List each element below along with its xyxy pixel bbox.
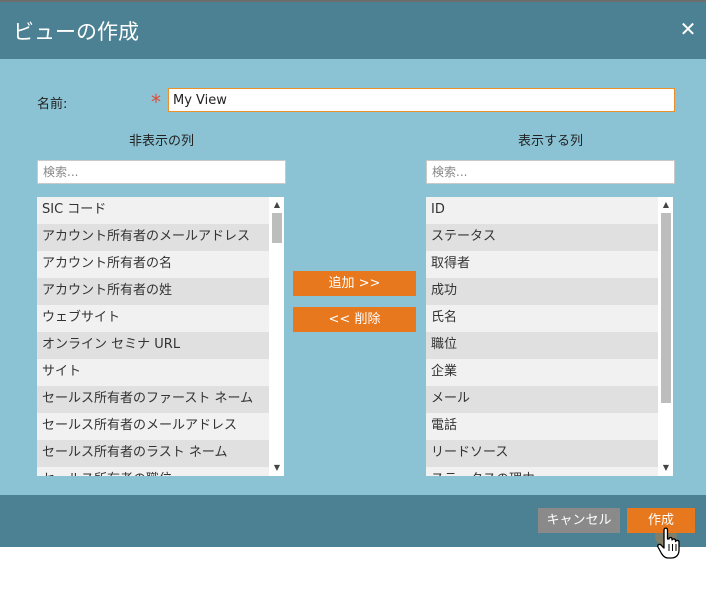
visible-columns-search-input[interactable] <box>426 160 675 184</box>
hidden-columns-heading: 非表示の列 <box>129 134 195 149</box>
name-label: 名前: <box>37 97 68 112</box>
view-name-input[interactable] <box>168 88 675 112</box>
create-view-dialog: ビューの作成 ✕ 名前: * 非表示の列 表示する列 SIC コード アカウント… <box>0 0 706 547</box>
close-icon[interactable]: ✕ <box>679 19 697 39</box>
visible-column-item[interactable]: 電話 <box>426 413 658 440</box>
scroll-up-icon[interactable]: ▲ <box>272 200 282 210</box>
hidden-column-item[interactable]: アカウント所有者のメールアドレス <box>37 224 269 251</box>
scroll-thumb[interactable] <box>661 213 671 403</box>
hand-cursor-icon <box>655 525 680 559</box>
hidden-column-item[interactable]: セールス所有者のラスト ネーム <box>37 440 269 467</box>
hidden-columns-list[interactable]: SIC コード アカウント所有者のメールアドレス アカウント所有者の名 アカウン… <box>37 197 284 476</box>
visible-columns-items: ID ステータス 取得者 成功 氏名 職位 企業 メール 電話 リードソース ス… <box>426 197 658 476</box>
hidden-column-item[interactable]: セールス所有者のファースト ネーム <box>37 386 269 413</box>
hidden-columns-items: SIC コード アカウント所有者のメールアドレス アカウント所有者の名 アカウン… <box>37 197 269 476</box>
dialog-titlebar: ビューの作成 ✕ <box>0 2 706 59</box>
scroll-down-icon[interactable]: ▼ <box>272 463 282 473</box>
visible-column-item[interactable]: ID <box>426 197 658 224</box>
hidden-column-item[interactable]: アカウント所有者の姓 <box>37 278 269 305</box>
scroll-thumb[interactable] <box>272 213 282 243</box>
remove-column-button[interactable]: << 削除 <box>293 307 416 332</box>
hidden-column-item[interactable]: ウェブサイト <box>37 305 269 332</box>
hidden-column-item[interactable]: オンライン セミナ URL <box>37 332 269 359</box>
hidden-column-item[interactable]: サイト <box>37 359 269 386</box>
scroll-up-icon[interactable]: ▲ <box>661 200 671 210</box>
visible-column-item[interactable]: 氏名 <box>426 305 658 332</box>
add-column-button[interactable]: 追加 >> <box>293 271 416 296</box>
visible-column-item[interactable]: 取得者 <box>426 251 658 278</box>
required-mark: * <box>151 90 161 114</box>
visible-column-item[interactable]: メール <box>426 386 658 413</box>
visible-column-item[interactable]: 企業 <box>426 359 658 386</box>
visible-column-item[interactable]: 成功 <box>426 278 658 305</box>
visible-columns-list[interactable]: ID ステータス 取得者 成功 氏名 職位 企業 メール 電話 リードソース ス… <box>426 197 673 476</box>
hidden-column-item[interactable]: アカウント所有者の名 <box>37 251 269 278</box>
hidden-columns-search-input[interactable] <box>37 160 286 184</box>
visible-columns-scrollbar[interactable]: ▲ ▼ <box>659 197 673 476</box>
visible-columns-heading: 表示する列 <box>518 134 584 149</box>
visible-column-item[interactable]: ステータス <box>426 224 658 251</box>
hidden-column-item[interactable]: セールス所有者の職位 <box>37 467 269 476</box>
cancel-button[interactable]: キャンセル <box>538 508 620 533</box>
visible-column-item[interactable]: リードソース <box>426 440 658 467</box>
hidden-columns-scrollbar[interactable]: ▲ ▼ <box>270 197 284 476</box>
scroll-down-icon[interactable]: ▼ <box>661 463 671 473</box>
dialog-title: ビューの作成 <box>13 20 139 44</box>
hidden-column-item[interactable]: セールス所有者のメールアドレス <box>37 413 269 440</box>
hidden-column-item[interactable]: SIC コード <box>37 197 269 224</box>
visible-column-item[interactable]: ステータスの理由 <box>426 467 658 476</box>
visible-column-item[interactable]: 職位 <box>426 332 658 359</box>
